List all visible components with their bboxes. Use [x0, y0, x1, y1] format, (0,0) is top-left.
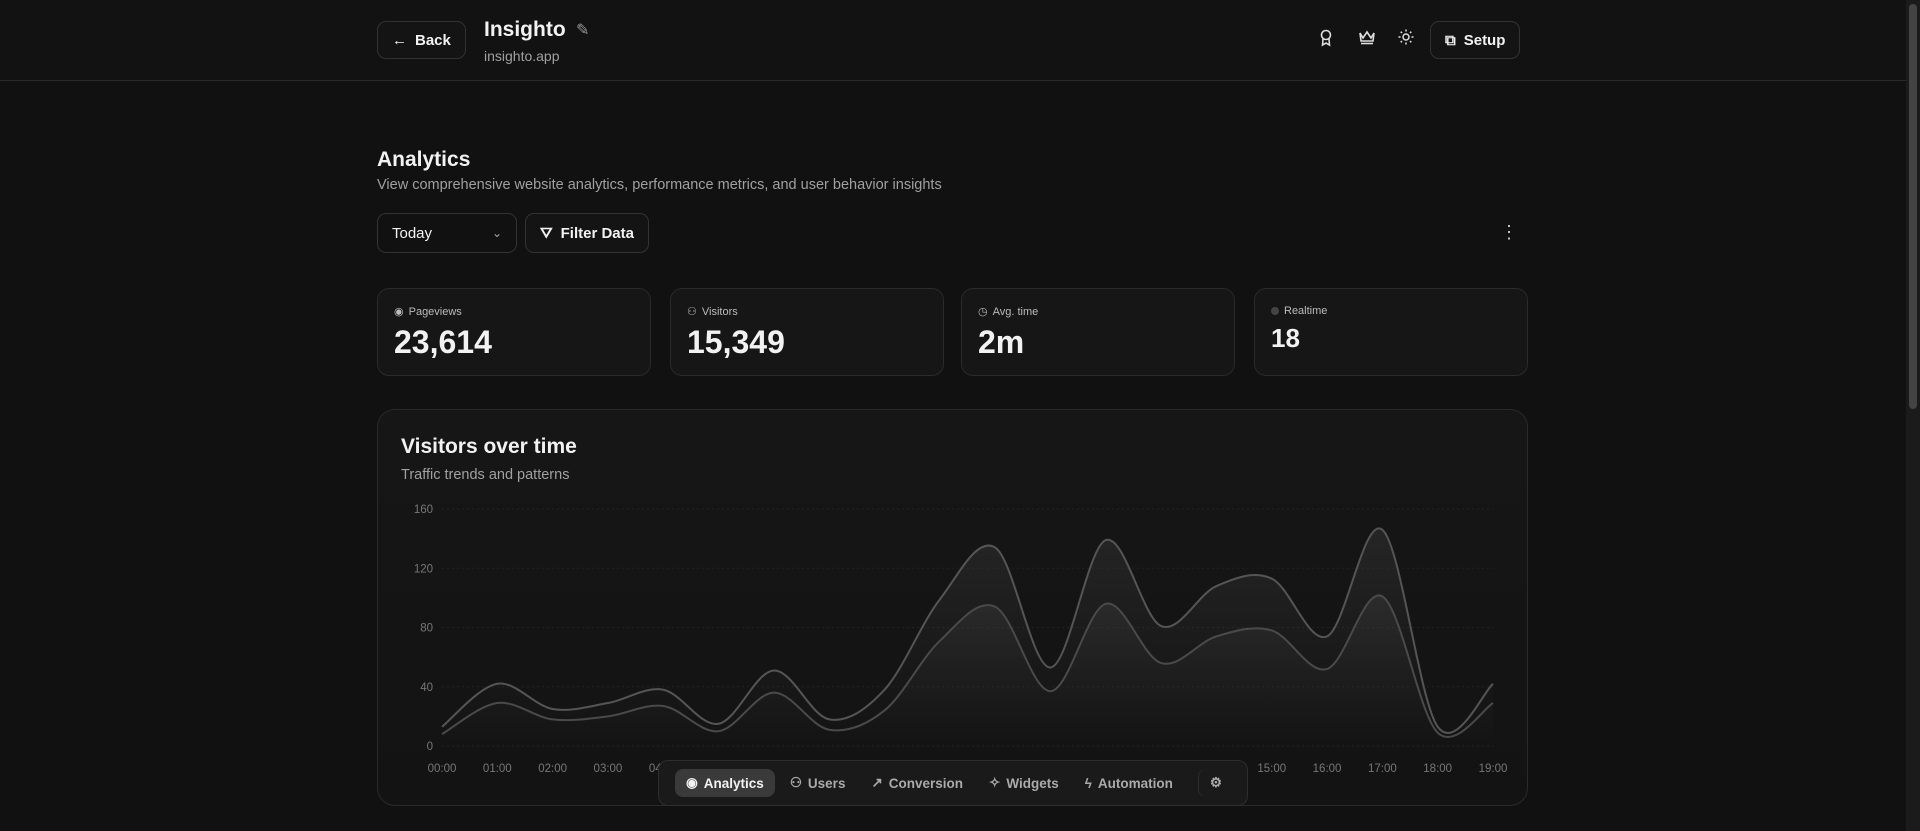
scrollbar-thumb[interactable]	[1909, 4, 1917, 409]
y-tick-label: 120	[414, 563, 433, 575]
users-icon: ⚇	[789, 775, 802, 790]
bottom-nav: ◉ Analytics ⚇ Users ↗ Conversion ✧ Widgets ϟ…	[658, 760, 1248, 806]
nav-automation[interactable]: ϟ Automation	[1074, 770, 1184, 797]
x-tick-label: 01:00	[483, 763, 512, 775]
x-tick-label: 15:00	[1257, 763, 1286, 775]
nav-widgets[interactable]: ✧ Widgets	[978, 769, 1070, 797]
x-tick-label: 02:00	[538, 763, 567, 775]
sparkles-icon: ✧	[989, 775, 1001, 790]
y-tick-label: 80	[420, 623, 433, 635]
scrollbar[interactable]	[1906, 0, 1920, 831]
x-tick-label: 17:00	[1368, 763, 1397, 775]
y-tick-label: 0	[427, 741, 433, 753]
x-tick-label: 18:00	[1423, 763, 1452, 775]
x-tick-label: 19:00	[1479, 763, 1508, 775]
zap-icon: ϟ	[1084, 775, 1092, 791]
nav-conversion[interactable]: ↗ Conversion	[860, 769, 974, 797]
x-tick-label: 00:00	[428, 763, 457, 775]
gear-icon: ⚙	[1209, 775, 1222, 790]
trending-up-icon: ↗	[871, 775, 883, 790]
x-tick-label: 16:00	[1313, 763, 1342, 775]
nav-settings[interactable]: ⚙	[1197, 769, 1233, 797]
x-tick-label: 03:00	[594, 763, 623, 775]
eye-icon: ◉	[686, 775, 698, 790]
nav-analytics[interactable]: ◉ Analytics	[675, 769, 775, 797]
y-tick-label: 160	[414, 504, 433, 516]
nav-users[interactable]: ⚇ Users	[779, 769, 857, 797]
series-area-1	[442, 595, 1493, 746]
y-tick-label: 40	[420, 682, 433, 694]
visitors-chart: 0408012016000:0001:0002:0003:0004:0005:0…	[414, 504, 1508, 775]
